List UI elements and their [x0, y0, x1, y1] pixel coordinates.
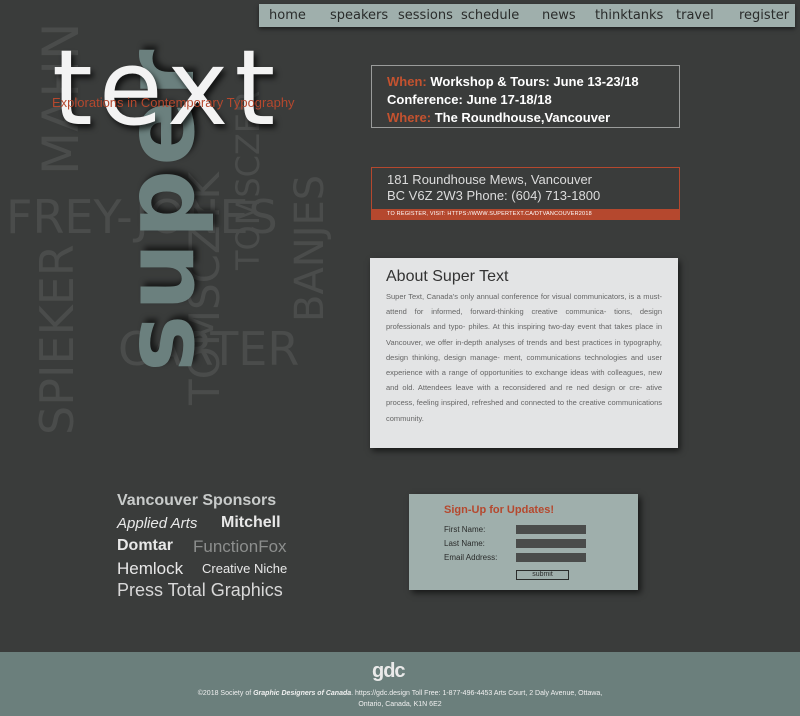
register-link[interactable]: TO REGISTER, VISIT: HTTPS://WWW.SUPERTEX…: [372, 209, 679, 219]
nav-thinktanks[interactable]: thinktanks: [595, 8, 663, 23]
nav-schedule[interactable]: schedule: [461, 8, 519, 23]
conference-dates: Conference: June 17-18/18: [387, 92, 552, 107]
sponsor-domtar: Domtar: [117, 537, 174, 554]
address-line2: BC V6Z 2W3 Phone: (604) 713-1800: [387, 188, 601, 203]
nav-travel[interactable]: travel: [676, 8, 714, 23]
hero-text: text: [52, 27, 282, 149]
last-name-label: Last Name:: [444, 539, 485, 548]
sponsor-hemlock: Hemlock: [117, 559, 184, 578]
email-input[interactable]: [516, 553, 586, 562]
top-nav: home speakers sessions schedule news thi…: [259, 4, 795, 27]
footer-text: ©2018 Society of Graphic Designers of Ca…: [195, 688, 605, 710]
about-card: About Super Text Super Text, Canada's on…: [370, 258, 678, 448]
footer: gdc ©2018 Society of Graphic Designers o…: [0, 652, 800, 716]
first-name-input[interactable]: [516, 525, 586, 534]
sponsor-mitchell: Mitchell: [221, 514, 281, 531]
email-label: Email Address:: [444, 553, 498, 562]
footer-pre: ©2018 Society of: [197, 690, 254, 697]
nav-sessions[interactable]: sessions: [398, 8, 453, 23]
address-box: 181 Roundhouse Mews, Vancouver BC V6Z 2W…: [371, 167, 680, 220]
nav-home[interactable]: home: [269, 8, 306, 23]
signup-form: Sign-Up for Updates! First Name: Last Na…: [409, 494, 638, 590]
when-label: When:: [387, 74, 427, 89]
sponsor-creative-niche: Creative Niche: [202, 561, 288, 576]
sponsor-applied-arts: Applied Arts: [117, 515, 198, 532]
nav-register[interactable]: register: [739, 8, 789, 23]
nav-news[interactable]: news: [542, 8, 576, 23]
signup-title: Sign-Up for Updates!: [444, 504, 554, 516]
submit-button[interactable]: submit: [516, 570, 569, 580]
address-line1: 181 Roundhouse Mews, Vancouver: [387, 172, 592, 187]
sponsor-press-total-graphics: Press Total Graphics: [117, 580, 283, 600]
ghost-word-spieker: SPIEKER: [30, 244, 84, 435]
footer-org: Graphic Designers of Canada: [253, 690, 352, 697]
where-label: Where:: [387, 110, 432, 125]
ghost-word-banjes: BANJES: [287, 174, 333, 322]
about-title: About Super Text: [386, 268, 509, 285]
footer-post: . https://gdc.design Toll Free: 1-877-49…: [351, 690, 603, 708]
hero-tagline: Explorations in Contemporary Typography: [52, 95, 295, 110]
where-value: The Roundhouse,Vancouver: [434, 110, 611, 125]
last-name-input[interactable]: [516, 539, 586, 548]
when-value: Workshop & Tours: June 13-23/18: [430, 74, 639, 89]
first-name-label: First Name:: [444, 525, 486, 534]
sponsor-functionfox: FunctionFox: [193, 537, 287, 556]
nav-speakers[interactable]: speakers: [330, 8, 388, 23]
event-info-box: When: Workshop & Tours: June 13-23/18 Co…: [371, 65, 680, 128]
sponsors-heading: Vancouver Sponsors: [117, 492, 277, 509]
gdc-logo: gdc: [372, 660, 406, 682]
about-body: Super Text, Canada's only annual confere…: [386, 292, 662, 423]
